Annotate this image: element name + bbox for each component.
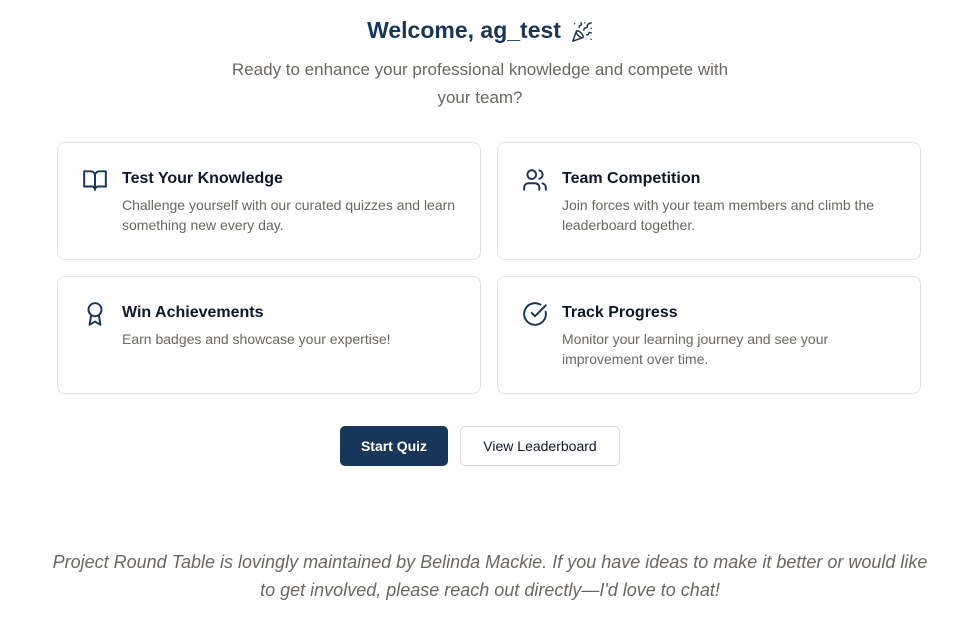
welcome-title-text: Welcome, ag_test [367, 17, 561, 43]
card-description: Monitor your learning journey and see yo… [562, 331, 829, 367]
feature-card-test-knowledge: Test Your Knowledge Challenge yourself w… [57, 142, 481, 260]
start-quiz-button[interactable]: Start Quiz [340, 426, 448, 466]
feature-card-track-progress: Track Progress Monitor your learning jou… [497, 276, 921, 394]
award-ribbon-icon [82, 301, 108, 327]
footer-note: Project Round Table is lovingly maintain… [52, 552, 928, 600]
card-title: Track Progress [562, 304, 678, 321]
welcome-subtitle: Ready to enhance your professional knowl… [231, 60, 729, 107]
card-title: Test Your Knowledge [122, 170, 283, 187]
page-title: Welcome, ag_test [367, 14, 593, 46]
card-description: Challenge yourself with our curated quiz… [122, 197, 456, 233]
card-title: Team Competition [562, 170, 701, 187]
view-leaderboard-button[interactable]: View Leaderboard [460, 426, 620, 466]
feature-cards: Test Your Knowledge Challenge yourself w… [57, 142, 921, 394]
open-book-icon [82, 167, 108, 193]
action-buttons: Start Quiz View Leaderboard [0, 426, 960, 466]
feature-card-team-competition: Team Competition Join forces with your t… [497, 142, 921, 260]
card-description: Join forces with your team members and c… [562, 197, 875, 233]
card-title: Win Achievements [122, 304, 264, 321]
feature-card-win-achievements: Win Achievements Earn badges and showcas… [57, 276, 481, 394]
welcome-header: Welcome, ag_test Ready to enhance your p… [0, 14, 960, 112]
check-circle-icon [522, 301, 548, 327]
users-icon [522, 167, 548, 193]
party-popper-icon [571, 19, 593, 42]
card-description: Earn badges and showcase your expertise! [122, 331, 391, 347]
